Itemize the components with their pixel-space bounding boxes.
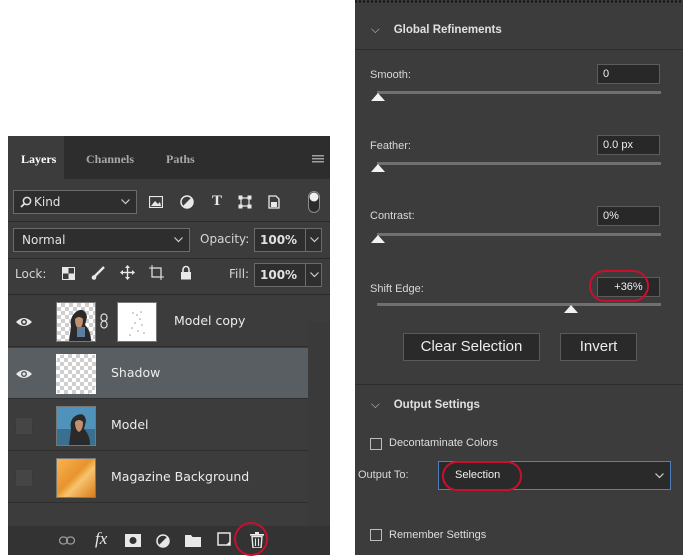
contrast-label: Contrast: [370,210,415,222]
output-settings-header[interactable]: ⌵ Output Settings [371,399,480,412]
fill-label: Fill: [229,267,250,281]
add-mask-icon[interactable] [125,534,141,547]
decontaminate-colors-checkbox[interactable] [370,438,382,450]
layer-thumbnail [56,406,96,446]
tab-paths[interactable]: Paths [166,136,195,179]
chain-link-icon[interactable] [100,313,108,329]
panel-menu-icon[interactable] [312,155,324,163]
decontaminate-colors-label: Decontaminate Colors [389,437,498,449]
layer-thumbnail [56,302,96,342]
chevron-down-icon: ⌵ [371,399,380,411]
feather-value-input[interactable]: 0.0 px [597,135,660,155]
shift-edge-highlight [589,270,649,302]
output-to-label: Output To: [358,469,409,481]
contrast-slider-thumb[interactable] [371,235,385,243]
adjustment-filter-icon[interactable] [180,195,194,209]
blend-mode-value: Normal [22,233,66,247]
opacity-value: 100% [260,233,298,247]
visibility-toggle[interactable] [15,469,33,487]
invert-button[interactable]: Invert [560,333,637,361]
layers-panel: Layers Channels Paths Kind T Normal Opac… [8,136,330,556]
refine-edge-panel: ⌵ Global Refinements Smooth: 0 Feather: 0… [355,0,683,555]
shift-edge-label: Shift Edge: [370,283,424,295]
layer-row-model[interactable]: Model [8,400,308,451]
chevron-down-icon [310,237,319,243]
filter-toggle-icon[interactable] [308,191,320,213]
type-filter-icon[interactable]: T [212,193,222,210]
smooth-slider-track[interactable] [377,91,661,94]
layers-scrollbar[interactable] [308,322,330,526]
output-to-value: Selection [455,469,501,481]
tab-layers[interactable]: Layers [8,136,64,179]
filter-kind-label: Kind [34,195,61,209]
fx-icon[interactable]: fx [95,529,107,549]
eye-icon[interactable] [15,365,33,383]
layers-tab-bar: Layers Channels Paths [8,136,330,179]
layer-mask-thumbnail[interactable] [117,302,157,342]
contrast-slider-track[interactable] [377,233,661,236]
layer-name: Model [111,417,149,432]
remember-settings-checkbox[interactable] [370,529,382,541]
layer-row-magazine-background[interactable]: Magazine Background [8,452,308,503]
smart-object-filter-icon[interactable] [268,195,280,209]
filter-kind-dropdown[interactable]: Kind [13,190,137,214]
layers-footer: fx [8,526,330,555]
lock-image-pixels-icon[interactable] [91,266,105,280]
smooth-slider-thumb[interactable] [371,93,385,101]
new-layer-icon[interactable] [217,532,233,548]
lock-transparent-pixels-icon[interactable] [62,267,75,280]
layer-thumbnail [56,354,96,394]
tab-channels[interactable]: Channels [86,136,134,179]
lock-all-icon[interactable] [180,265,192,280]
feather-slider-track[interactable] [377,162,661,165]
smooth-value-input[interactable]: 0 [597,64,660,84]
link-layers-icon[interactable] [59,536,75,545]
panel-top-edge [355,0,683,3]
remember-settings-label: Remember Settings [389,529,487,541]
layer-name: Shadow [111,365,161,380]
chevron-down-icon: ⌵ [371,24,380,36]
lock-artboard-icon[interactable] [149,265,164,280]
layer-name: Model copy [174,313,246,328]
contrast-value-input[interactable]: 0% [597,206,660,226]
eye-icon[interactable] [15,313,33,331]
chevron-down-icon [655,473,664,479]
chevron-down-icon [174,237,183,243]
fill-value: 100% [260,268,298,282]
chevron-down-icon [121,199,130,205]
layer-row-model-copy[interactable]: Model copy [8,296,308,347]
fill-input[interactable]: 100% [254,263,322,287]
smooth-label: Smooth: [370,69,411,81]
shape-filter-icon[interactable] [238,195,252,209]
layer-name: Magazine Background [111,469,250,484]
lock-label: Lock: [15,267,47,281]
new-group-icon[interactable] [185,534,201,547]
global-refinements-title: Global Refinements [393,24,502,36]
opacity-input[interactable]: 100% [254,228,322,252]
opacity-label: Opacity: [200,232,250,246]
feather-label: Feather: [370,140,411,152]
visibility-toggle[interactable] [15,417,33,435]
search-icon [20,196,32,208]
new-layer-highlight [234,522,268,556]
shift-edge-slider-thumb[interactable] [564,305,578,313]
layer-row-shadow[interactable]: Shadow [8,348,308,399]
clear-selection-button[interactable]: Clear Selection [403,333,540,361]
blend-mode-dropdown[interactable]: Normal [13,228,190,252]
layer-thumbnail [56,458,96,498]
chevron-down-icon [310,272,319,278]
image-filter-icon[interactable] [149,196,163,208]
lock-position-icon[interactable] [120,265,135,280]
output-settings-title: Output Settings [393,399,480,411]
global-refinements-header[interactable]: ⌵ Global Refinements [371,24,502,37]
adjustment-layer-icon[interactable] [156,534,170,548]
feather-slider-thumb[interactable] [371,164,385,172]
shift-edge-slider-track[interactable] [377,303,661,306]
